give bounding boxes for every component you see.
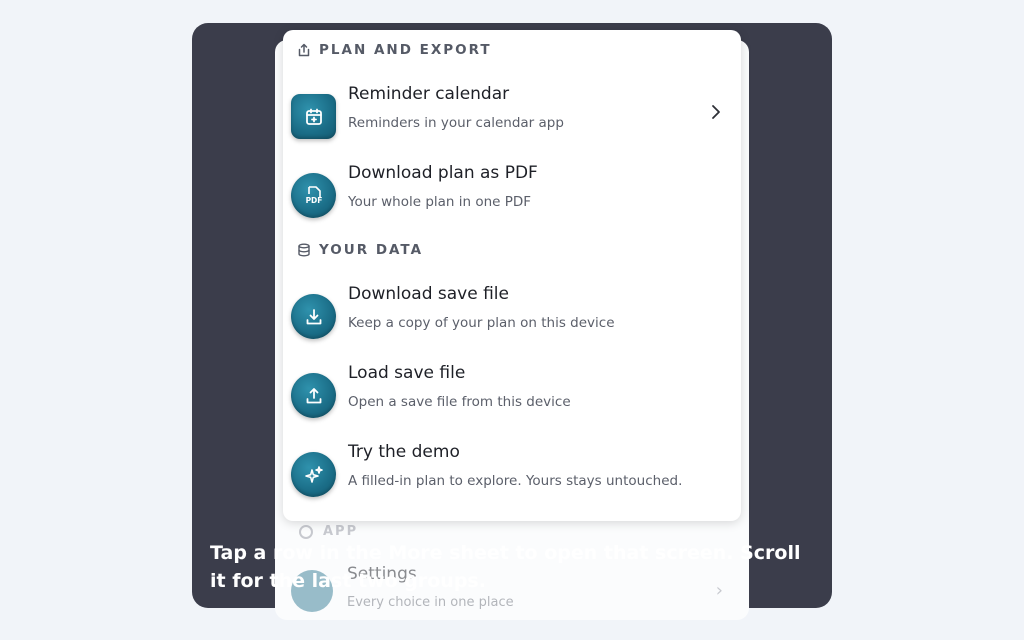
row-title: Load save file [348,363,466,383]
reminder-calendar-row[interactable]: Reminder calendar Reminders in your cale… [283,82,741,154]
app-section-label: APP [323,524,359,539]
sparkles-icon [291,452,336,497]
try-demo-row[interactable]: Try the demo A filled-in plan to explore… [283,440,741,512]
chevron-right-icon [711,104,721,124]
row-title: Download plan as PDF [348,163,538,183]
your-data-section-label: YOUR DATA [319,242,424,258]
download-save-file-row[interactable]: Download save file Keep a copy of your p… [283,282,741,354]
download-icon [291,294,336,339]
upload-icon [291,373,336,418]
calendar-plus-icon [291,94,336,139]
row-subtitle: Reminders in your calendar app [348,115,564,131]
database-icon [297,243,311,257]
plan-export-section-header: PLAN AND EXPORT [297,42,492,58]
row-title: Reminder calendar [348,84,510,104]
download-pdf-row[interactable]: PDF Download plan as PDF Your whole plan… [283,161,741,233]
row-title: Try the demo [348,442,460,462]
share-icon [297,43,311,57]
more-sheet-card: PLAN AND EXPORT Reminder calendar Remind… [283,30,741,521]
plan-export-section-label: PLAN AND EXPORT [319,42,492,58]
tutorial-stage: APP Settings Every choice in one place ›… [0,0,1024,640]
load-save-file-row[interactable]: Load save file Open a save file from thi… [283,361,741,433]
pdf-file-icon: PDF [291,173,336,218]
your-data-section-header: YOUR DATA [297,242,423,258]
row-title: Download save file [348,284,509,304]
pdf-badge-text: PDF [305,196,322,205]
app-section-header: APP [299,524,358,539]
row-subtitle: Keep a copy of your plan on this device [348,315,615,331]
gear-icon [299,524,313,539]
row-subtitle: A filled-in plan to explore. Yours stays… [348,473,683,489]
settings-row-subtitle: Every choice in one place [347,595,514,610]
row-subtitle: Your whole plan in one PDF [348,194,532,210]
tutorial-caption: Tap a row in the More sheet to open that… [210,542,801,592]
row-subtitle: Open a save file from this device [348,394,571,410]
